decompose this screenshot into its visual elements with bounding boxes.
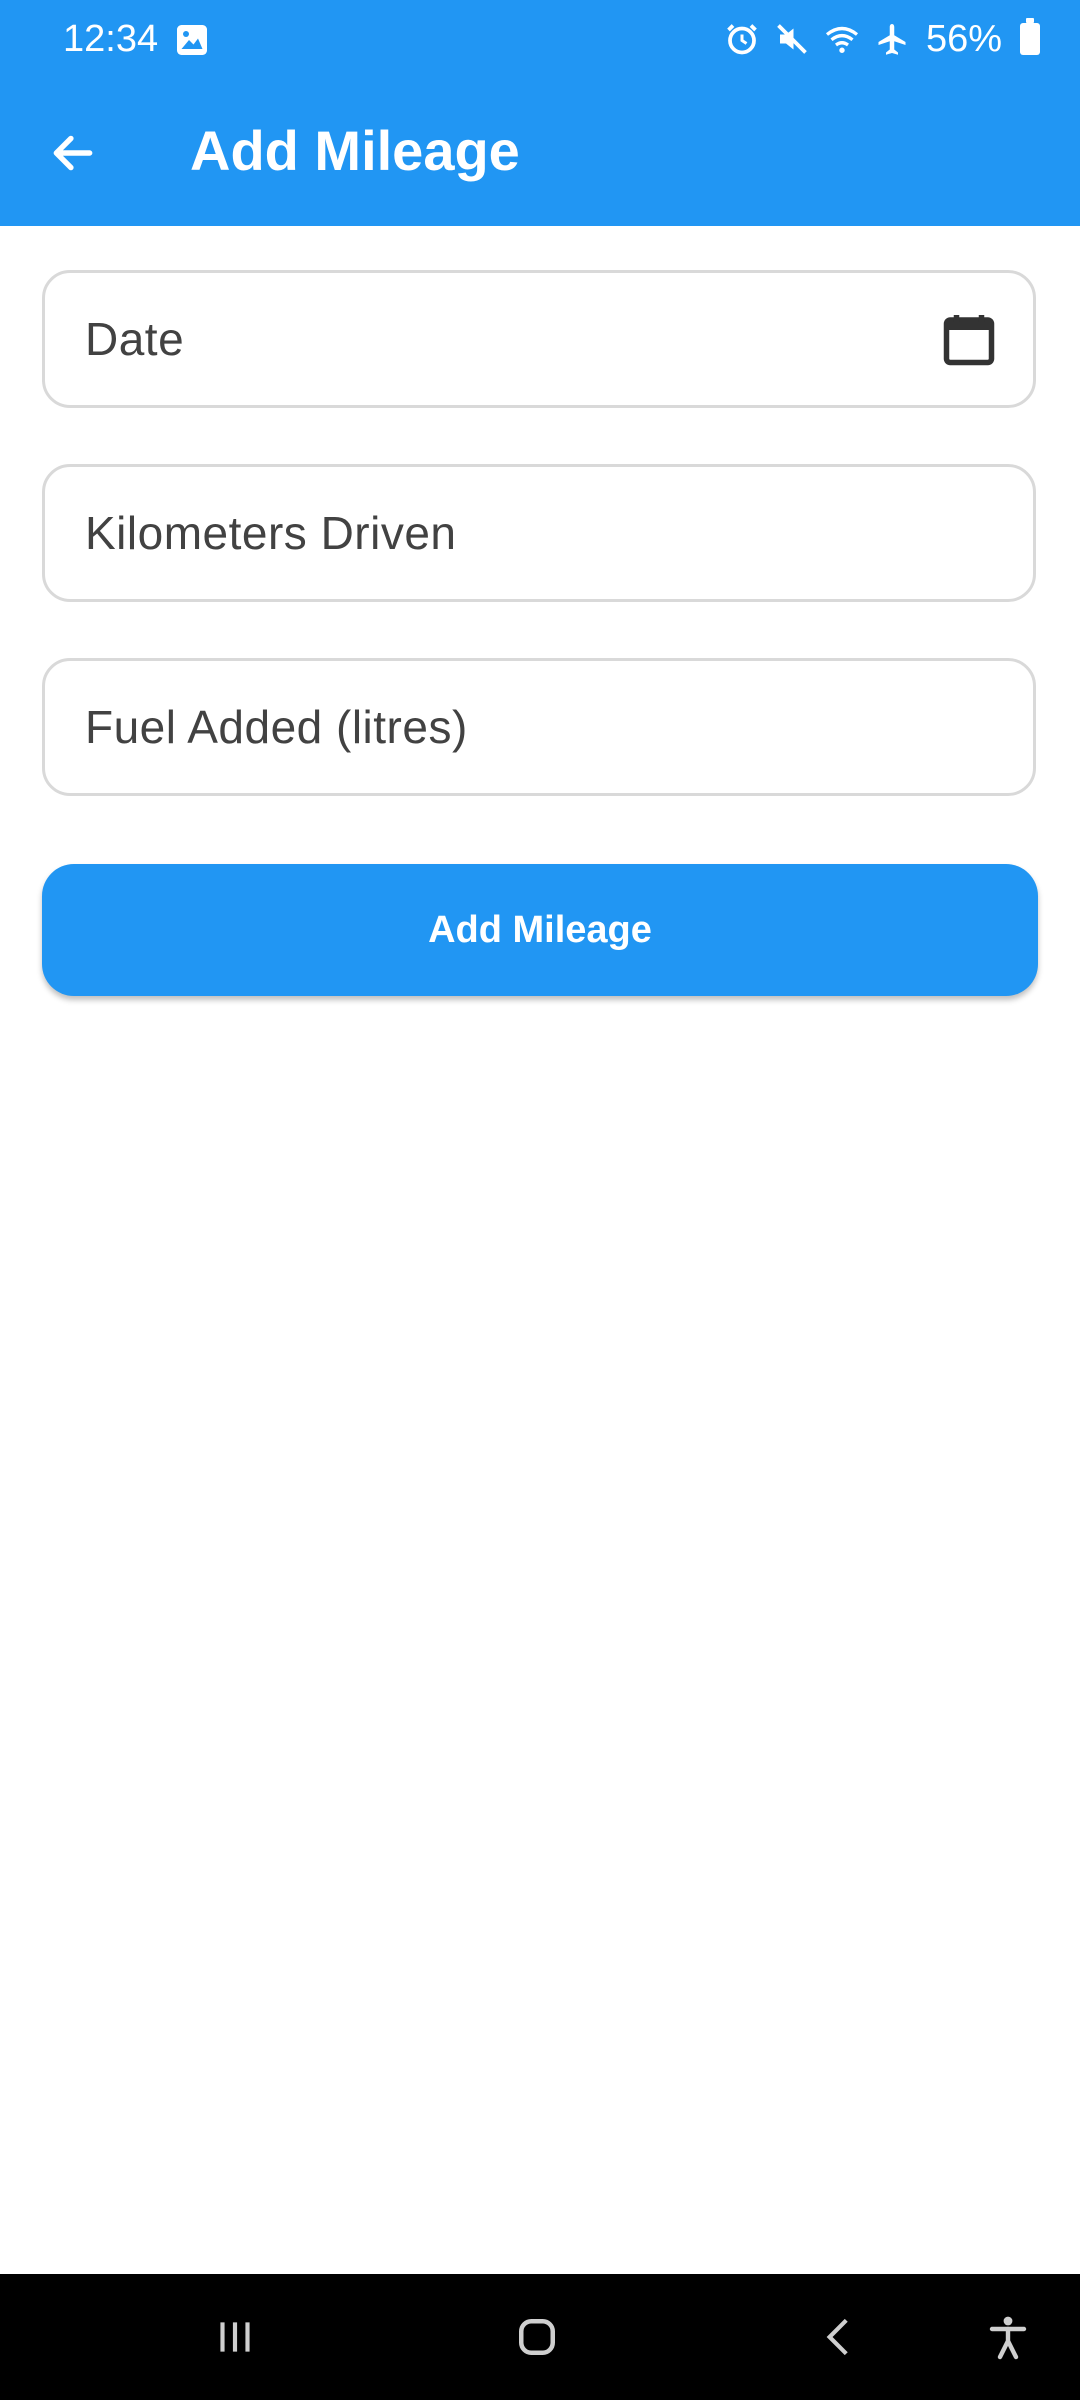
status-time: 12:34 bbox=[63, 18, 159, 60]
arrow-left-icon bbox=[53, 135, 93, 171]
accessibility-icon bbox=[989, 2316, 1027, 2360]
page-title: Add Mileage bbox=[190, 119, 520, 182]
calendar-icon[interactable] bbox=[939, 309, 999, 371]
add-mileage-button[interactable]: Add Mileage bbox=[42, 864, 1038, 996]
wifi-icon bbox=[825, 26, 858, 53]
kilometers-field[interactable]: Kilometers Driven bbox=[42, 464, 1036, 602]
nav-back-button[interactable] bbox=[805, 2302, 875, 2372]
home-button[interactable] bbox=[502, 2302, 572, 2372]
status-icons: 56% bbox=[724, 14, 1040, 64]
mute-icon bbox=[777, 24, 807, 54]
recents-icon bbox=[220, 2322, 250, 2352]
back-icon bbox=[826, 2318, 848, 2356]
battery-percent: 56% bbox=[925, 17, 1002, 60]
image-icon bbox=[177, 25, 207, 55]
back-button[interactable] bbox=[40, 120, 106, 186]
fuel-field-label: Fuel Added (litres) bbox=[85, 701, 468, 753]
date-field-label: Date bbox=[85, 313, 185, 365]
fuel-field[interactable]: Fuel Added (litres) bbox=[42, 658, 1036, 796]
kilometers-field-label: Kilometers Driven bbox=[85, 507, 457, 559]
home-icon bbox=[519, 2319, 555, 2355]
recents-button[interactable] bbox=[200, 2302, 270, 2372]
alarm-icon bbox=[727, 24, 757, 55]
battery-icon bbox=[1020, 18, 1040, 55]
system-nav-bar bbox=[0, 2274, 1080, 2400]
app-bar: 12:34 56% Add Mileage bbox=[0, 0, 1080, 226]
airplane-icon bbox=[878, 24, 906, 55]
date-field[interactable]: Date bbox=[42, 270, 1036, 408]
accessibility-button[interactable] bbox=[973, 2302, 1043, 2372]
